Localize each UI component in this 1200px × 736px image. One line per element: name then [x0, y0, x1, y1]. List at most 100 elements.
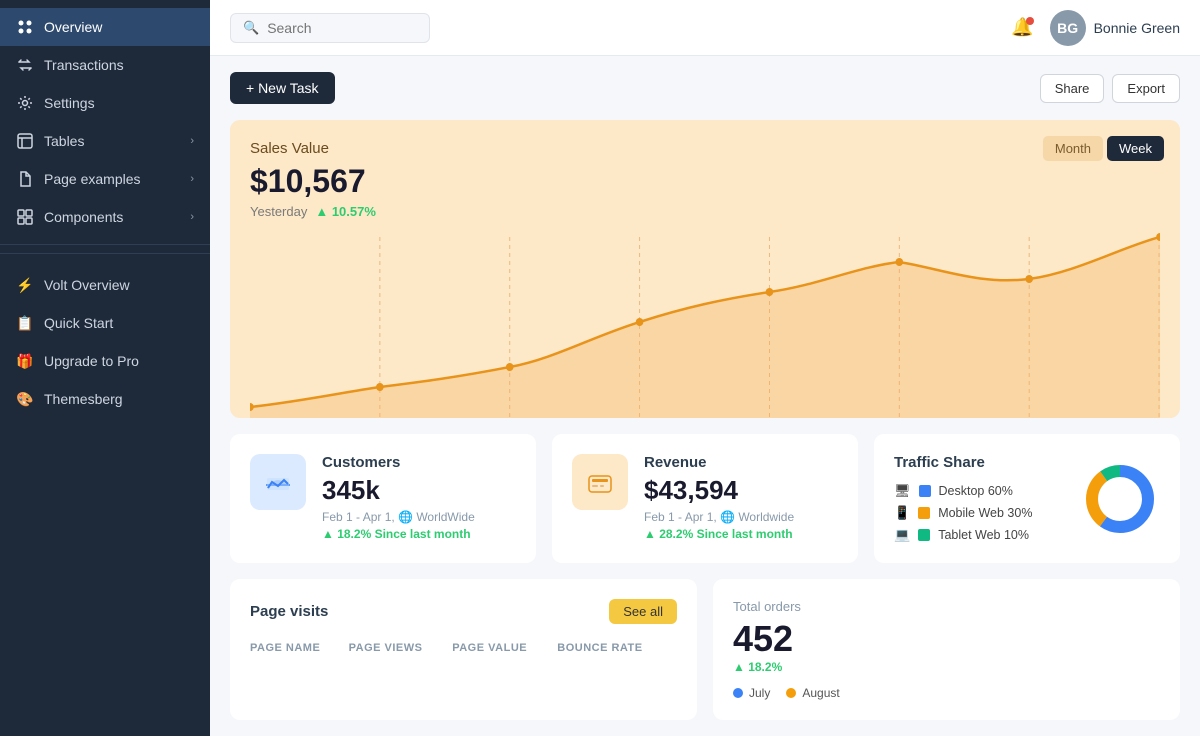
sales-change: ▲ 10.57% [315, 204, 376, 219]
sidebar: Overview Transactions Settings [0, 0, 210, 736]
orders-title: Total orders [733, 599, 1160, 614]
sidebar-item-transactions[interactable]: Transactions [0, 46, 210, 84]
sidebar-main-nav: Overview Transactions Settings [0, 0, 210, 245]
july-label: July [749, 686, 770, 700]
revenue-info: Revenue $43,594 Feb 1 - Apr 1, 🌐 Worldwi… [644, 454, 838, 541]
revenue-icon-box [572, 454, 628, 510]
july-dot [733, 688, 743, 698]
content-area: + New Task Share Export Month Week Sales… [210, 56, 1200, 736]
col-page-value: PAGE VALUE [452, 636, 557, 660]
stats-row: Customers 345k Feb 1 - Apr 1, 🌐 WorldWid… [230, 434, 1180, 563]
table-header: PAGE NAME PAGE VIEWS PAGE VALUE BOUNCE R… [250, 636, 677, 660]
toolbar-right: Share Export [1040, 74, 1180, 103]
period-buttons: Month Week [1043, 136, 1164, 161]
col-bounce-rate: BOUNCE RATE [557, 636, 677, 660]
sales-title: Sales Value [250, 140, 1160, 157]
share-button[interactable]: Share [1040, 74, 1105, 103]
sidebar-item-page-examples[interactable]: Page examples › [0, 160, 210, 198]
sidebar-item-components[interactable]: Components › [0, 198, 210, 236]
legend-item-mobile: 📱 Mobile Web 30% [894, 505, 1060, 521]
sidebar-item-label: Themesberg [44, 391, 123, 407]
period-month-button[interactable]: Month [1043, 136, 1103, 161]
notification-dot [1026, 17, 1034, 25]
bolt-icon: ⚡ [16, 276, 34, 294]
chevron-right-icon: › [190, 135, 194, 147]
see-all-button[interactable]: See all [609, 599, 677, 624]
page-visits-title: Page visits [250, 603, 328, 620]
sidebar-item-volt-overview[interactable]: ⚡ Volt Overview [0, 266, 210, 304]
revenue-label: Revenue [644, 454, 838, 471]
traffic-donut-chart [1080, 459, 1160, 539]
customers-card: Customers 345k Feb 1 - Apr 1, 🌐 WorldWid… [230, 434, 536, 563]
orders-legend-july: July [733, 686, 770, 700]
sidebar-item-themesberg[interactable]: 🎨 Themesberg [0, 380, 210, 418]
revenue-change: ▲ 28.2% Since last month [644, 527, 838, 541]
search-icon: 🔍 [243, 20, 259, 36]
page-visits-card: Page visits See all PAGE NAME PAGE VIEWS… [230, 579, 697, 720]
period-week-button[interactable]: Week [1107, 136, 1164, 161]
traffic-legend: 🖥 Desktop 60% 📱 Mobile Web 30% 💻 [894, 483, 1060, 543]
transfer-icon [16, 56, 34, 74]
sidebar-item-label: Overview [44, 19, 102, 35]
user-info: BG Bonnie Green [1050, 10, 1180, 46]
export-button[interactable]: Export [1112, 74, 1180, 103]
sidebar-item-label: Transactions [44, 57, 124, 73]
orders-legend-august: August [786, 686, 839, 700]
sidebar-item-overview[interactable]: Overview [0, 8, 210, 46]
sidebar-item-upgrade-pro[interactable]: 🎁 Upgrade to Pro [0, 342, 210, 380]
orders-legend: July August [733, 686, 1160, 700]
tablet-dot [918, 529, 930, 541]
chevron-right-icon: › [190, 173, 194, 185]
col-page-views: PAGE VIEWS [349, 636, 453, 660]
sidebar-item-quick-start[interactable]: 📋 Quick Start [0, 304, 210, 342]
traffic-share-card: Traffic Share 🖥 Desktop 60% 📱 Mobile Web… [874, 434, 1180, 563]
sidebar-item-label: Quick Start [44, 315, 113, 331]
desktop-dot [919, 485, 931, 497]
avatar: BG [1050, 10, 1086, 46]
book-icon: 📋 [16, 314, 34, 332]
col-page-name: PAGE NAME [250, 636, 349, 660]
sidebar-item-label: Volt Overview [44, 277, 130, 293]
monitor-icon: 🖥 [894, 483, 911, 499]
search-input[interactable] [267, 20, 407, 36]
orders-value: 452 [733, 618, 1160, 660]
mobile-icon: 📱 [894, 505, 910, 521]
sales-meta: Yesterday ▲ 10.57% [250, 204, 1160, 219]
sidebar-item-settings[interactable]: Settings [0, 84, 210, 122]
revenue-icon [586, 468, 614, 496]
sales-value: $10,567 [250, 163, 1160, 200]
page-visits-table: PAGE NAME PAGE VIEWS PAGE VALUE BOUNCE R… [250, 636, 677, 660]
donut-svg [1080, 459, 1160, 539]
table-icon [16, 132, 34, 150]
gift-icon: 🎁 [16, 352, 34, 370]
main-area: 🔍 🔔 BG Bonnie Green + New Task Share Exp… [210, 0, 1200, 736]
notification-button[interactable]: 🔔 [1011, 17, 1033, 38]
header: 🔍 🔔 BG Bonnie Green [210, 0, 1200, 56]
legend-item-desktop: 🖥 Desktop 60% [894, 483, 1060, 499]
header-right: 🔔 BG Bonnie Green [1011, 10, 1180, 46]
customers-label: Customers [322, 454, 516, 471]
sales-period-label: Yesterday [250, 204, 307, 219]
file-icon [16, 170, 34, 188]
total-orders-card: Total orders 452 ▲ 18.2% July August [713, 579, 1180, 720]
new-task-button[interactable]: + New Task [230, 72, 335, 104]
traffic-title: Traffic Share [894, 454, 1060, 471]
orders-change: ▲ 18.2% [733, 660, 1160, 674]
tablet-label: Tablet Web 10% [938, 528, 1029, 542]
chevron-right-icon: › [190, 211, 194, 223]
sales-chart-card: Month Week Sales Value $10,567 Yesterday… [230, 120, 1180, 418]
toolbar: + New Task Share Export [230, 72, 1180, 104]
sidebar-secondary-nav: ⚡ Volt Overview 📋 Quick Start 🎁 Upgrade … [0, 262, 210, 418]
sidebar-divider [0, 253, 210, 254]
revenue-meta: Feb 1 - Apr 1, 🌐 Worldwide [644, 510, 838, 524]
customers-info: Customers 345k Feb 1 - Apr 1, 🌐 WorldWid… [322, 454, 516, 541]
tablet-icon: 💻 [894, 527, 910, 543]
sidebar-item-label: Tables [44, 133, 84, 149]
widget-icon [16, 208, 34, 226]
sidebar-item-tables[interactable]: Tables › [0, 122, 210, 160]
search-box[interactable]: 🔍 [230, 13, 430, 43]
revenue-value: $43,594 [644, 475, 838, 506]
circle-grid-icon [16, 18, 34, 36]
legend-item-tablet: 💻 Tablet Web 10% [894, 527, 1060, 543]
sidebar-item-label: Page examples [44, 171, 141, 187]
